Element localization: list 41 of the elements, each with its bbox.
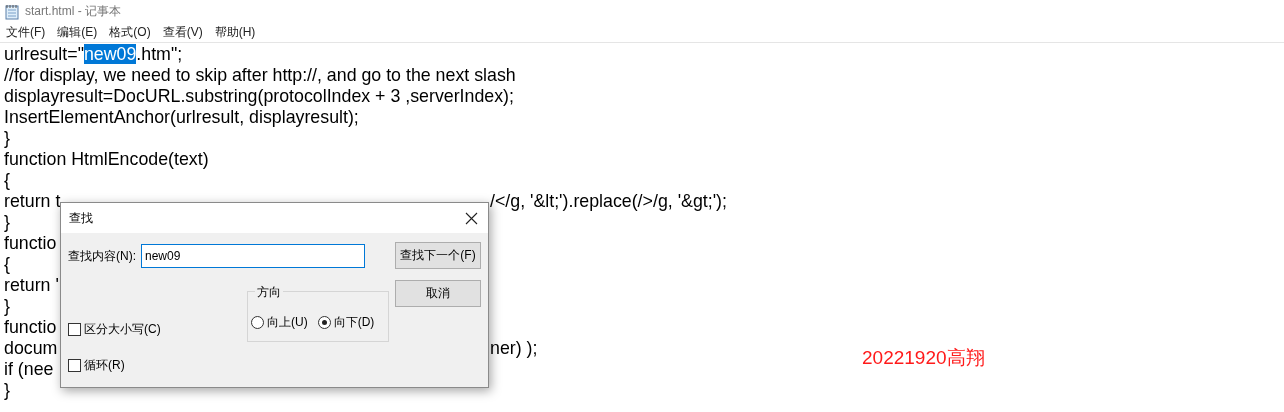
code-line: } (4, 212, 10, 232)
menu-item[interactable]: 查看(V) (162, 24, 203, 41)
checkbox-label[interactable]: 区分大小写(C) (84, 321, 161, 338)
code-line: //for display, we need to skip after http://, and go to the next slash (4, 65, 516, 85)
dialog-button[interactable]: 取消 (395, 280, 481, 307)
code-line: displayresult=DocURL.substring(protocolIndex + 3 ,serverIndex); (4, 86, 514, 106)
search-field[interactable]: new09 (141, 244, 365, 268)
dialog-button[interactable]: 查找下一个(F) (395, 242, 481, 269)
code-line: docum (4, 338, 58, 359)
code-line: } (4, 128, 10, 148)
menu-item[interactable]: 格式(O) (109, 24, 151, 41)
checkbox-label[interactable]: 循环(R) (84, 357, 125, 374)
checkbox[interactable] (68, 359, 81, 372)
code-line: return t (4, 191, 61, 212)
code-line: functio (4, 233, 57, 253)
code-line: return ' (4, 275, 59, 295)
code-line: /</g, '&lt;').replace(/>/g, '&gt;'); (490, 191, 727, 212)
code-line: } (4, 296, 10, 316)
code-line: if (nee (4, 359, 54, 379)
menu-item[interactable]: 文件(F) (6, 24, 46, 41)
code-line: InsertElementAnchor(urlresult, displayresult); (4, 107, 359, 127)
notepad-icon (5, 3, 19, 20)
code-line: ner) ); (490, 338, 538, 359)
code-line: functio (4, 317, 57, 337)
group-title: 方向 (255, 284, 283, 301)
menu-item[interactable]: 编辑(E) (57, 24, 98, 41)
search-label: 查找内容(N): (68, 247, 136, 265)
signature-text: 20221920高翔 (862, 346, 985, 370)
code-line: function HtmlEncode(text) (4, 149, 209, 169)
code-line: { (4, 254, 10, 274)
close-icon[interactable] (465, 211, 478, 225)
dialog-title: 查找 (69, 209, 93, 227)
window-title: start.html - 记事本 (25, 3, 121, 20)
radio-button[interactable] (251, 316, 264, 329)
radio-button[interactable] (317, 316, 331, 329)
radio-label[interactable]: 向下(D) (333, 314, 375, 331)
menu-item[interactable]: 帮助(H) (214, 24, 256, 41)
checkbox[interactable] (68, 323, 81, 336)
code-line: } (4, 380, 10, 400)
code-line: { (4, 170, 10, 190)
radio-label[interactable]: 向上(U) (267, 314, 308, 331)
